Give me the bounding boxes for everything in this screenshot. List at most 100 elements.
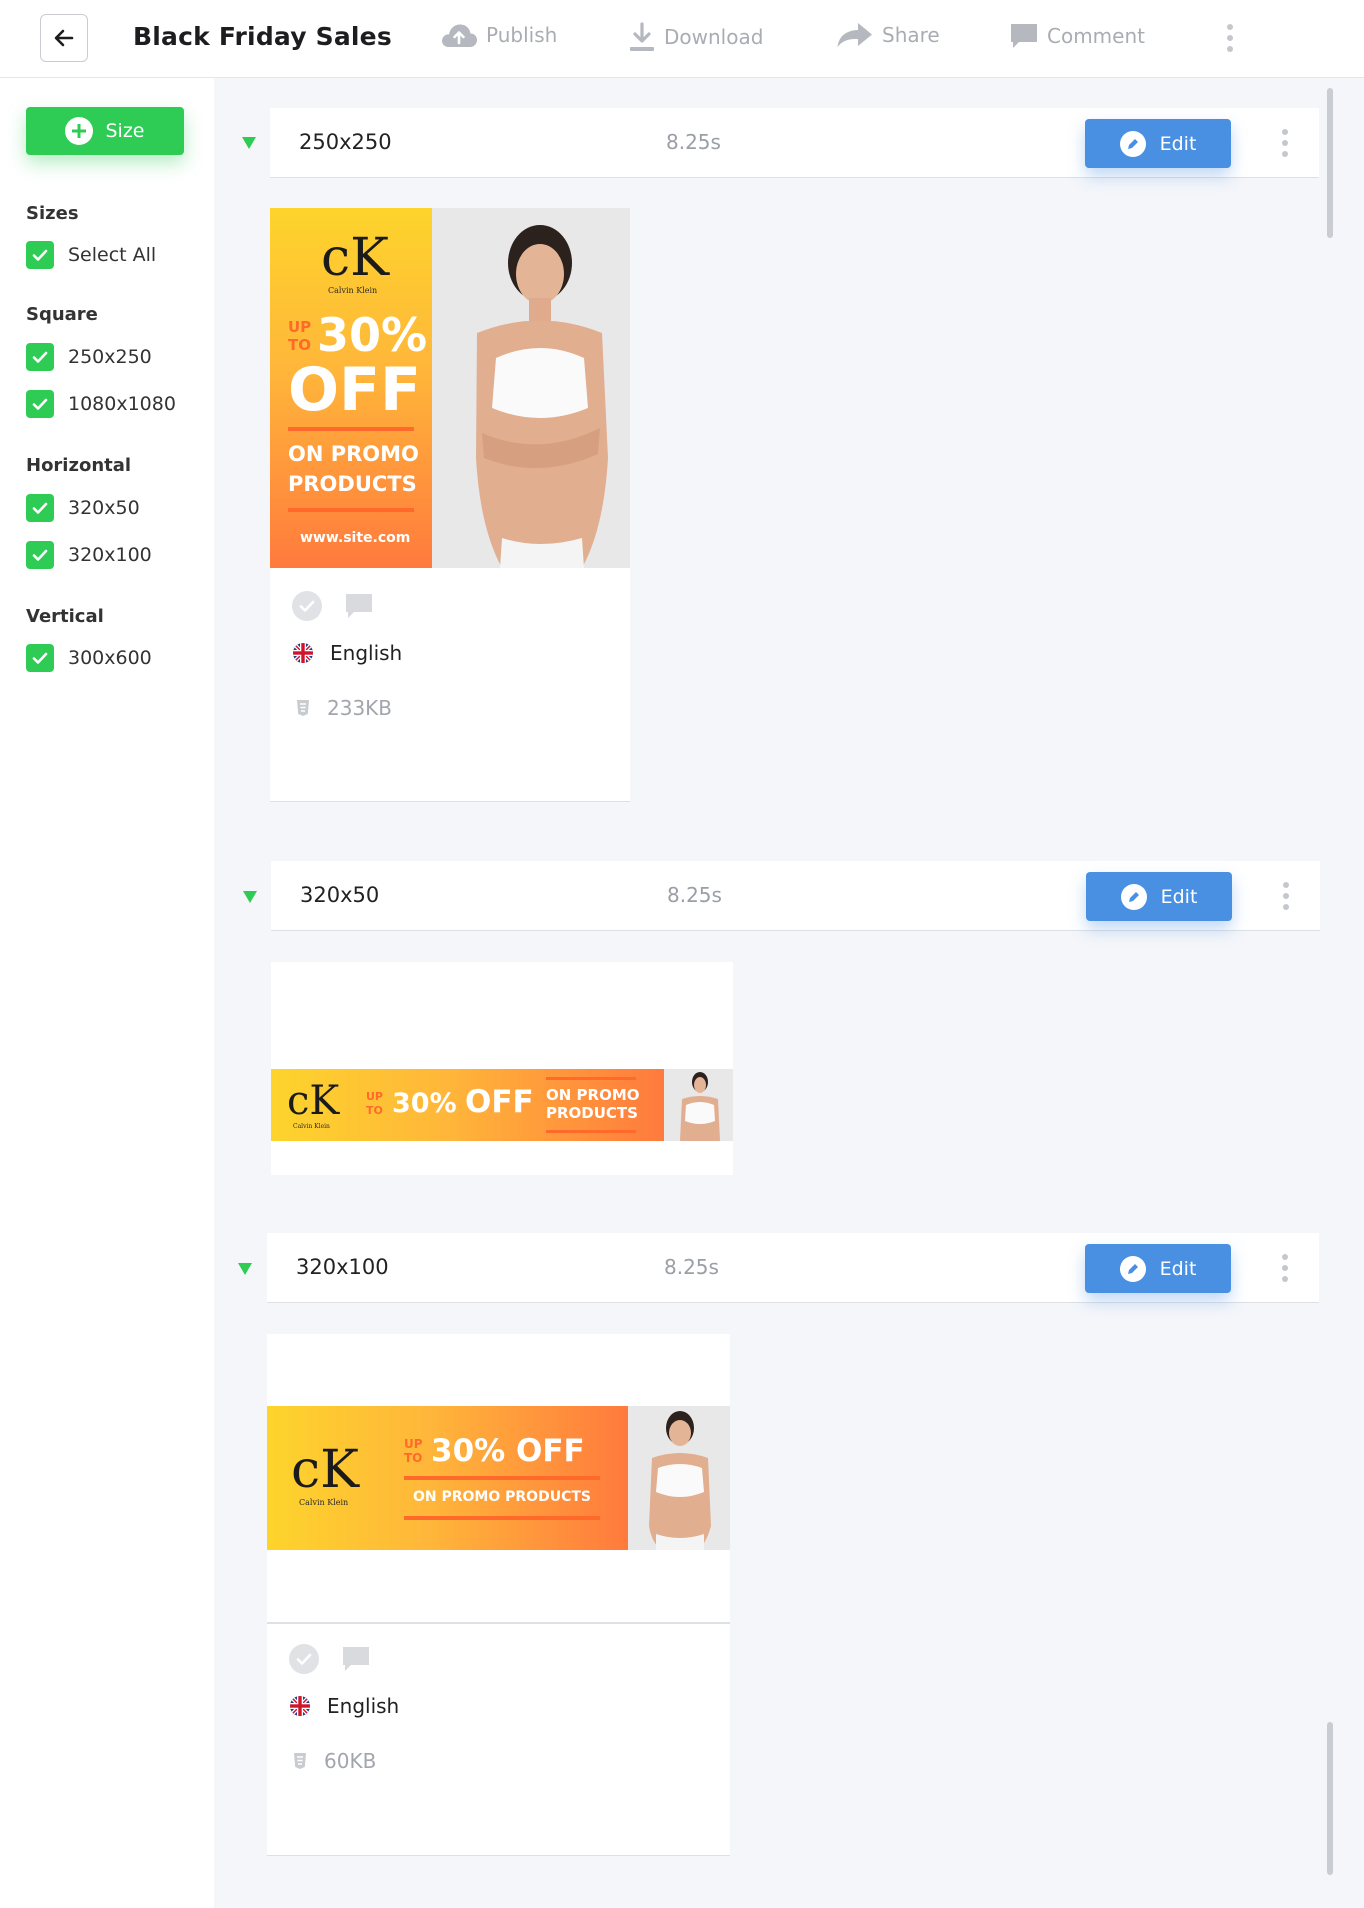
share-arrow-icon <box>837 23 872 47</box>
section-header-320x50: 320x50 8.25s Edit <box>271 861 1320 931</box>
model-photo <box>432 208 630 568</box>
up-text: UP <box>288 318 312 336</box>
edit-label: Edit <box>1159 132 1197 155</box>
scrollbar-thumb[interactable] <box>1327 1722 1333 1875</box>
download-icon <box>630 22 654 51</box>
comment-button[interactable]: Comment <box>1009 22 1145 50</box>
page-title: Black Friday Sales <box>133 22 392 51</box>
ck-logo: cK <box>287 1078 340 1124</box>
promo-line-2: PRODUCTS <box>546 1104 638 1122</box>
more-dot-icon <box>1283 904 1289 910</box>
pencil-icon <box>1119 130 1146 157</box>
more-dot-icon <box>1282 129 1288 135</box>
uk-flag-icon <box>290 1696 310 1716</box>
comment-icon[interactable] <box>341 1645 371 1673</box>
section-more-button[interactable] <box>1276 879 1296 913</box>
file-size-label: 233KB <box>327 696 393 720</box>
creative-card-250x250: cK Calvin Klein UP TO 30% OFF ON PROMO P… <box>270 208 630 802</box>
more-dot-icon <box>1283 893 1289 899</box>
ck-logo-subtitle: Calvin Klein <box>293 1123 330 1130</box>
back-button[interactable] <box>40 14 88 62</box>
approve-check-icon[interactable] <box>292 591 322 621</box>
off-text: OFF <box>465 1084 534 1120</box>
sidebar: Size Sizes Select All Square 250x250 108… <box>0 78 214 1908</box>
to-text: TO <box>288 336 311 354</box>
edit-button[interactable]: Edit <box>1085 119 1231 168</box>
creative-preview-320x100[interactable]: cK Calvin Klein UP TO 30% OFF ON PROMO P… <box>267 1406 730 1550</box>
more-dot-icon <box>1282 1254 1288 1260</box>
group-title-vertical: Vertical <box>26 606 104 627</box>
approve-check-icon[interactable] <box>289 1644 319 1674</box>
checkbox-checked-icon[interactable] <box>26 541 54 569</box>
publish-label: Publish <box>486 23 558 47</box>
more-dot-icon <box>1227 24 1233 30</box>
checkbox-label: 1080x1080 <box>68 393 176 415</box>
comment-icon[interactable] <box>344 592 374 620</box>
collapse-arrow-icon[interactable] <box>238 1263 252 1275</box>
download-button[interactable]: Download <box>628 22 763 52</box>
more-dot-icon <box>1227 46 1233 52</box>
collapse-arrow-icon[interactable] <box>242 137 256 149</box>
checkbox-1080x1080[interactable]: 1080x1080 <box>26 390 176 418</box>
checkbox-320x100[interactable]: 320x100 <box>26 541 152 569</box>
checkbox-label: 320x100 <box>68 544 152 566</box>
more-dot-icon <box>1227 35 1233 41</box>
file-size-row: 233KB <box>295 696 392 720</box>
comment-icon <box>1011 24 1037 48</box>
card-divider <box>267 1622 730 1624</box>
publish-button[interactable]: Publish <box>440 22 557 48</box>
creative-preview-250x250[interactable]: cK Calvin Klein UP TO 30% OFF ON PROMO P… <box>270 208 630 568</box>
top-bar: Black Friday Sales Publish Download Shar… <box>0 0 1364 78</box>
discount-percent: 30% <box>392 1088 457 1119</box>
section-size-name: 250x250 <box>299 130 392 154</box>
up-text: UP <box>404 1437 423 1451</box>
ck-logo: cK <box>291 1440 359 1500</box>
more-options-button[interactable] <box>1220 20 1240 56</box>
promo-line-1: ON PROMO <box>288 442 419 466</box>
section-duration: 8.25s <box>667 883 722 907</box>
promo-line-1: ON PROMO <box>546 1086 640 1104</box>
language-label: English <box>327 1694 400 1718</box>
edit-button[interactable]: Edit <box>1086 872 1232 921</box>
edit-label: Edit <box>1160 885 1198 908</box>
off-text: OFF <box>288 355 421 425</box>
model-photo <box>664 1069 733 1141</box>
more-dot-icon <box>1282 151 1288 157</box>
divider-bar <box>404 1476 600 1480</box>
section-more-button[interactable] <box>1275 126 1295 160</box>
divider-bar <box>546 1130 636 1133</box>
section-more-button[interactable] <box>1275 1251 1295 1285</box>
checkbox-300x600[interactable]: 300x600 <box>26 644 152 672</box>
creative-preview-320x50[interactable]: cK Calvin Klein UP TO 30% OFF ON PROMO P… <box>271 1069 733 1141</box>
checkbox-checked-icon[interactable] <box>26 644 54 672</box>
share-button[interactable]: Share <box>836 22 940 48</box>
checkbox-label: Select All <box>68 244 157 266</box>
checkbox-checked-icon[interactable] <box>26 241 54 269</box>
checkbox-320x50[interactable]: 320x50 <box>26 494 140 522</box>
section-duration: 8.25s <box>664 1255 719 1279</box>
model-photo <box>628 1406 730 1550</box>
checkbox-250x250[interactable]: 250x250 <box>26 343 152 371</box>
section-header-320x100: 320x100 8.25s Edit <box>267 1233 1319 1303</box>
checkbox-checked-icon[interactable] <box>26 343 54 371</box>
collapse-arrow-icon[interactable] <box>243 891 257 903</box>
to-text: TO <box>366 1104 383 1117</box>
creative-card-320x100: cK Calvin Klein UP TO 30% OFF ON PROMO P… <box>267 1334 730 1856</box>
checkbox-label: 250x250 <box>68 346 152 368</box>
checkbox-select-all[interactable]: Select All <box>26 241 156 269</box>
download-label: Download <box>664 25 764 49</box>
checkbox-checked-icon[interactable] <box>26 494 54 522</box>
promo-line: ON PROMO PRODUCTS <box>413 1489 591 1505</box>
more-dot-icon <box>1283 882 1289 888</box>
edit-label: Edit <box>1159 1257 1197 1280</box>
add-size-button[interactable]: Size <box>26 107 184 155</box>
file-size-row: 60KB <box>292 1749 376 1773</box>
card-actions <box>289 1644 371 1674</box>
checkbox-checked-icon[interactable] <box>26 390 54 418</box>
edit-button[interactable]: Edit <box>1085 1244 1231 1293</box>
model-photo-illustration <box>432 208 630 568</box>
checkbox-label: 320x50 <box>68 497 140 519</box>
scrollbar-thumb[interactable] <box>1327 88 1333 238</box>
comment-label: Comment <box>1047 24 1145 48</box>
pencil-icon <box>1119 1255 1146 1282</box>
